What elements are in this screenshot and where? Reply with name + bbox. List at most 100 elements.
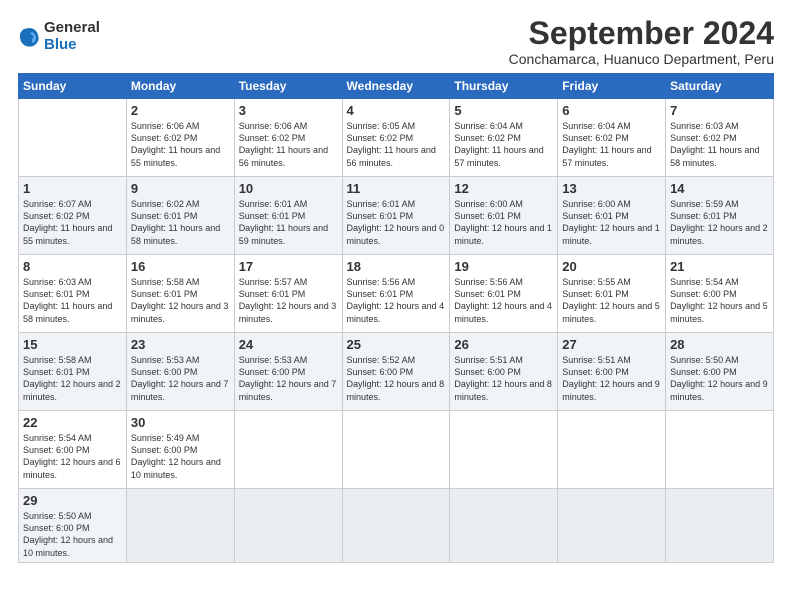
day-info: Sunrise: 5:58 AMSunset: 6:01 PMDaylight:… [23, 354, 122, 403]
day-info: Sunrise: 6:03 AMSunset: 6:02 PMDaylight:… [670, 120, 769, 169]
table-row [342, 411, 450, 489]
table-row: 19 Sunrise: 5:56 AMSunset: 6:01 PMDayligh… [450, 255, 558, 333]
table-row [234, 489, 342, 563]
col-sunday: Sunday [19, 74, 127, 99]
table-row: 17 Sunrise: 5:57 AMSunset: 6:01 PMDayligh… [234, 255, 342, 333]
day-number: 4 [347, 103, 446, 118]
day-number: 1 [23, 181, 122, 196]
day-number: 5 [454, 103, 553, 118]
logo-general-text: General [44, 20, 100, 37]
day-info: Sunrise: 6:00 AMSunset: 6:01 PMDaylight:… [454, 198, 553, 247]
day-number: 21 [670, 259, 769, 274]
table-row: 30 Sunrise: 5:49 AMSunset: 6:00 PMDayligh… [126, 411, 234, 489]
day-info: Sunrise: 5:53 AMSunset: 6:00 PMDaylight:… [131, 354, 230, 403]
day-info: Sunrise: 6:02 AMSunset: 6:01 PMDaylight:… [131, 198, 230, 247]
day-info: Sunrise: 5:49 AMSunset: 6:00 PMDaylight:… [131, 432, 230, 481]
table-row [450, 489, 558, 563]
day-info: Sunrise: 5:55 AMSunset: 6:01 PMDaylight:… [562, 276, 661, 325]
day-info: Sunrise: 5:58 AMSunset: 6:01 PMDaylight:… [131, 276, 230, 325]
table-row [126, 489, 234, 563]
calendar-week-row: 22Sunrise: 5:54 AMSunset: 6:00 PMDayligh… [19, 411, 774, 489]
day-info: Sunrise: 6:01 AMSunset: 6:01 PMDaylight:… [347, 198, 446, 247]
table-row: 3Sunrise: 6:06 AMSunset: 6:02 PMDaylight… [234, 99, 342, 177]
table-row [666, 489, 774, 563]
day-number: 7 [670, 103, 769, 118]
day-info: Sunrise: 5:54 AMSunset: 6:00 PMDaylight:… [670, 276, 769, 325]
day-number: 13 [562, 181, 661, 196]
day-number: 6 [562, 103, 661, 118]
table-row [558, 489, 666, 563]
table-row: 25 Sunrise: 5:52 AMSunset: 6:00 PMDayligh… [342, 333, 450, 411]
table-row [342, 489, 450, 563]
day-info: Sunrise: 6:04 AMSunset: 6:02 PMDaylight:… [454, 120, 553, 169]
day-info: Sunrise: 5:51 AMSunset: 6:00 PMDaylight:… [454, 354, 553, 403]
location-subtitle: Conchamarca, Huanuco Department, Peru [509, 51, 774, 67]
calendar-week-row: 2 Sunrise: 6:06 AMSunset: 6:02 PMDaylight… [19, 99, 774, 177]
table-row: 23Sunrise: 5:53 AMSunset: 6:00 PMDayligh… [126, 333, 234, 411]
day-info: Sunrise: 5:52 AMSunset: 6:00 PMDaylight:… [347, 354, 446, 403]
table-row: 11Sunrise: 6:01 AMSunset: 6:01 PMDayligh… [342, 177, 450, 255]
table-row: 21 Sunrise: 5:54 AMSunset: 6:00 PMDayligh… [666, 255, 774, 333]
table-row: 6 Sunrise: 6:04 AMSunset: 6:02 PMDaylight… [558, 99, 666, 177]
table-row: 12Sunrise: 6:00 AMSunset: 6:01 PMDayligh… [450, 177, 558, 255]
day-number: 24 [239, 337, 338, 352]
day-info: Sunrise: 5:53 AMSunset: 6:00 PMDaylight:… [239, 354, 338, 403]
day-info: Sunrise: 6:07 AMSunset: 6:02 PMDaylight:… [23, 198, 122, 247]
day-number: 29 [23, 493, 122, 508]
table-row: 5 Sunrise: 6:04 AMSunset: 6:02 PMDaylight… [450, 99, 558, 177]
table-row [666, 411, 774, 489]
table-row: 16 Sunrise: 5:58 AMSunset: 6:01 PMDayligh… [126, 255, 234, 333]
day-info: Sunrise: 6:00 AMSunset: 6:01 PMDaylight:… [562, 198, 661, 247]
day-info: Sunrise: 5:50 AMSunset: 6:00 PMDaylight:… [670, 354, 769, 403]
day-number: 22 [23, 415, 122, 430]
day-info: Sunrise: 5:56 AMSunset: 6:01 PMDaylight:… [454, 276, 553, 325]
table-row: 15 Sunrise: 5:58 AMSunset: 6:01 PMDayligh… [19, 333, 127, 411]
col-monday: Monday [126, 74, 234, 99]
logo-blue-text: Blue [44, 37, 100, 54]
day-number: 18 [347, 259, 446, 274]
day-number: 30 [131, 415, 230, 430]
calendar-week-row: 8Sunrise: 6:03 AMSunset: 6:01 PMDaylight… [19, 255, 774, 333]
header: General Blue September 2024 Conchamarca,… [18, 16, 774, 67]
table-row: 7 Sunrise: 6:03 AMSunset: 6:02 PMDaylight… [666, 99, 774, 177]
table-row: 26 Sunrise: 5:51 AMSunset: 6:00 PMDayligh… [450, 333, 558, 411]
col-wednesday: Wednesday [342, 74, 450, 99]
table-row: 27Sunrise: 5:51 AMSunset: 6:00 PMDayligh… [558, 333, 666, 411]
table-row [19, 99, 127, 177]
day-number: 17 [239, 259, 338, 274]
table-row: 10 Sunrise: 6:01 AMSunset: 6:01 PMDayligh… [234, 177, 342, 255]
day-number: 25 [347, 337, 446, 352]
day-info: Sunrise: 6:06 AMSunset: 6:02 PMDaylight:… [131, 120, 230, 169]
table-row: 2 Sunrise: 6:06 AMSunset: 6:02 PMDaylight… [126, 99, 234, 177]
col-friday: Friday [558, 74, 666, 99]
day-number: 20 [562, 259, 661, 274]
day-info: Sunrise: 6:05 AMSunset: 6:02 PMDaylight:… [347, 120, 446, 169]
day-number: 19 [454, 259, 553, 274]
day-info: Sunrise: 6:01 AMSunset: 6:01 PMDaylight:… [239, 198, 338, 247]
day-number: 9 [131, 181, 230, 196]
day-number: 10 [239, 181, 338, 196]
table-row: 18 Sunrise: 5:56 AMSunset: 6:01 PMDayligh… [342, 255, 450, 333]
day-number: 28 [670, 337, 769, 352]
day-number: 16 [131, 259, 230, 274]
table-row: 29 Sunrise: 5:50 AMSunset: 6:00 PMDayligh… [19, 489, 127, 563]
col-tuesday: Tuesday [234, 74, 342, 99]
table-row [558, 411, 666, 489]
day-number: 2 [131, 103, 230, 118]
col-saturday: Saturday [666, 74, 774, 99]
day-number: 8 [23, 259, 122, 274]
day-info: Sunrise: 6:04 AMSunset: 6:02 PMDaylight:… [562, 120, 661, 169]
logo-icon [18, 26, 40, 48]
table-row [234, 411, 342, 489]
day-info: Sunrise: 5:56 AMSunset: 6:01 PMDaylight:… [347, 276, 446, 325]
table-row: 4 Sunrise: 6:05 AMSunset: 6:02 PMDaylight… [342, 99, 450, 177]
day-info: Sunrise: 6:06 AMSunset: 6:02 PMDaylight:… [239, 120, 338, 169]
day-info: Sunrise: 5:57 AMSunset: 6:01 PMDaylight:… [239, 276, 338, 325]
table-row: 8Sunrise: 6:03 AMSunset: 6:01 PMDaylight… [19, 255, 127, 333]
day-number: 15 [23, 337, 122, 352]
month-title: September 2024 [509, 16, 774, 51]
day-info: Sunrise: 5:50 AMSunset: 6:00 PMDaylight:… [23, 510, 122, 559]
title-area: September 2024 Conchamarca, Huanuco Depa… [509, 16, 774, 67]
day-number: 26 [454, 337, 553, 352]
table-row: 9 Sunrise: 6:02 AMSunset: 6:01 PMDaylight… [126, 177, 234, 255]
